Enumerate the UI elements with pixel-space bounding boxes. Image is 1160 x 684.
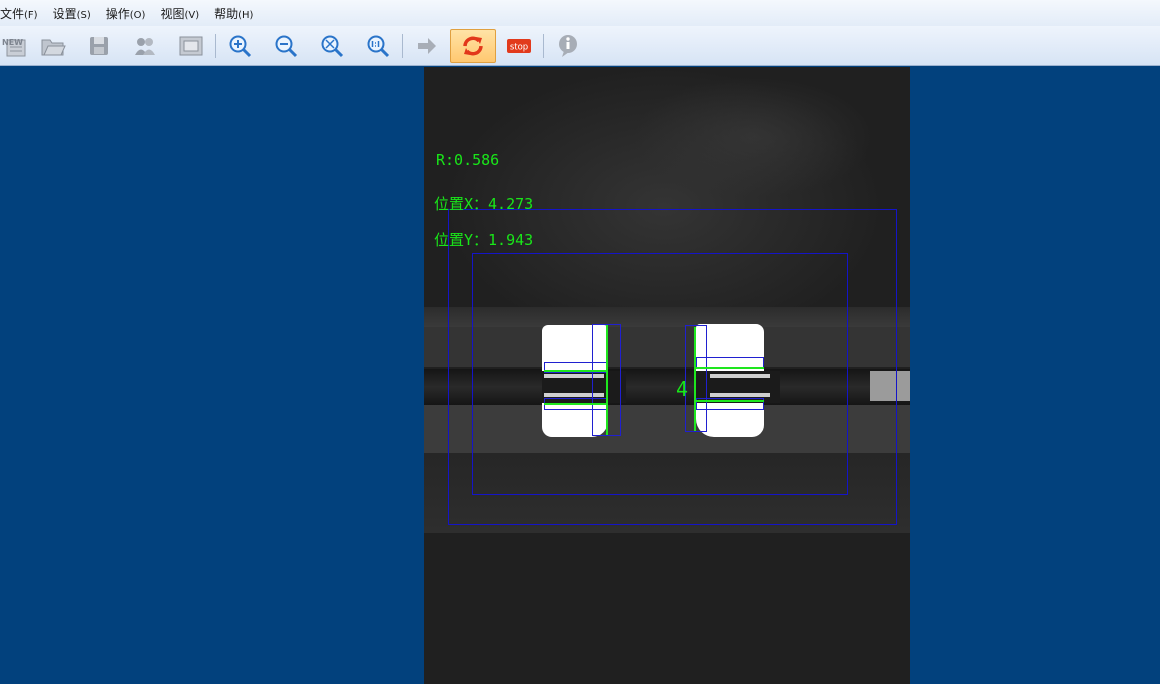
svg-text:stop: stop — [510, 42, 528, 52]
new-file-icon: NEW — [2, 38, 26, 56]
camera-image[interactable]: 4 R:0.586 位置X：4.273 位置Y：1.943 — [424, 67, 910, 684]
menu-settings[interactable]: 设置(S) — [53, 5, 99, 22]
zoom-fit-icon — [321, 35, 344, 57]
toolbar-separator — [543, 33, 544, 58]
position-x-readout: 位置X：4.273 — [434, 195, 534, 213]
refresh-cycle-icon — [463, 36, 483, 55]
open-button[interactable] — [30, 29, 76, 63]
menu-view[interactable]: 视图(V) — [160, 5, 207, 22]
toolbar: NEW stop — [0, 26, 1160, 66]
cycle-run-button[interactable] — [450, 28, 496, 63]
toolbar-separator — [402, 33, 403, 58]
stop-icon: stop — [507, 38, 531, 53]
zoom-actual-button[interactable] — [355, 29, 401, 63]
users-button[interactable] — [122, 29, 168, 63]
zoom-in-button[interactable] — [217, 29, 263, 63]
stop-button[interactable]: stop — [496, 29, 542, 63]
arrow-right-icon — [418, 37, 436, 54]
users-icon — [135, 37, 155, 55]
detect-line — [606, 325, 608, 435]
menu-help[interactable]: 帮助(H) — [214, 5, 261, 22]
detect-box — [685, 325, 707, 432]
svg-text:NEW: NEW — [2, 38, 23, 47]
object-label: 4 — [676, 377, 689, 401]
roi-inner-box — [472, 253, 848, 495]
menu-bar: 文件(F) 设置(S) 操作(O) 视图(V) 帮助(H) — [0, 0, 1160, 26]
save-disk-icon — [90, 36, 108, 55]
new-button[interactable]: NEW — [0, 29, 30, 63]
save-button[interactable] — [76, 29, 122, 63]
zoom-actual-size-icon — [367, 35, 390, 57]
detect-line — [544, 370, 608, 372]
help-bubble-icon — [559, 34, 577, 57]
image-workspace: 4 R:0.586 位置X：4.273 位置Y：1.943 — [0, 67, 1160, 684]
detect-line — [694, 327, 696, 431]
open-folder-icon — [41, 39, 66, 55]
rotation-readout: R:0.586 — [436, 151, 500, 169]
frame-icon — [179, 36, 203, 55]
zoom-in-icon — [229, 35, 252, 57]
detect-line — [696, 400, 764, 402]
menu-operation[interactable]: 操作(O) — [106, 5, 154, 22]
zoom-fit-button[interactable] — [309, 29, 355, 63]
menu-file[interactable]: 文件(F) — [0, 5, 46, 22]
zoom-out-icon — [275, 35, 298, 57]
detect-line — [696, 367, 764, 369]
fit-frame-button[interactable] — [168, 29, 214, 63]
toolbar-separator — [215, 33, 216, 58]
detect-line — [544, 403, 608, 405]
position-y-readout: 位置Y：1.943 — [434, 231, 534, 249]
step-run-button[interactable] — [404, 29, 450, 63]
help-button[interactable] — [545, 29, 591, 63]
zoom-out-button[interactable] — [263, 29, 309, 63]
